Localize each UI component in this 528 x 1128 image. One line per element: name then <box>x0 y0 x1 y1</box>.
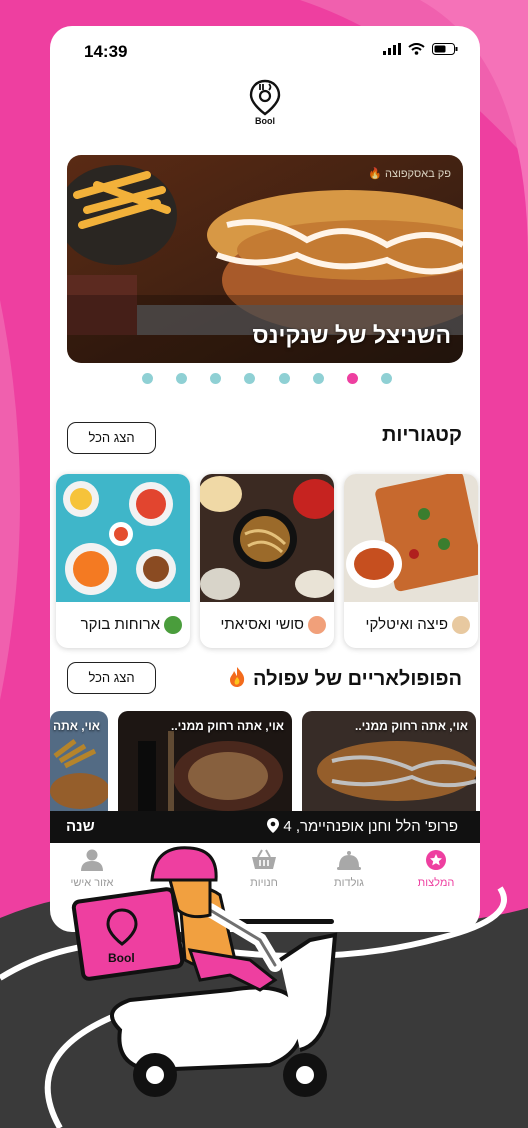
logo-pin-icon <box>249 79 281 116</box>
phone-screen: 14:39 Bool פק באסקפוצה 🔥 השניצל של שנקינ… <box>50 26 480 932</box>
status-bar: 14:39 <box>50 26 480 78</box>
popular-card[interactable]: אוי, אתה רחוק ממני.. <box>118 711 292 811</box>
popular-card-label: אוי, אתה רחוק ממני.. <box>171 719 284 733</box>
delivery-rider-illustration: Bool <box>71 846 338 1097</box>
category-card-breakfast[interactable]: ארוחות בוקר <box>56 474 190 648</box>
category-card-pizza[interactable]: פיצה ואיטלקי <box>344 474 478 648</box>
category-label: ארוחות בוקר <box>80 615 160 633</box>
star-badge-icon <box>426 850 446 870</box>
location-pin-icon <box>267 818 280 833</box>
tab-label: המלצות <box>417 877 455 889</box>
carousel-dot-active[interactable] <box>346 373 358 384</box>
battery-icon <box>432 43 458 55</box>
carousel-dot[interactable] <box>244 373 256 384</box>
status-time: 14:39 <box>84 42 128 61</box>
address-text: פרופ' הלל וחנן אופנהיימר, 4 <box>283 818 458 835</box>
popular-title: הפופולאריים של עפולה <box>227 666 462 691</box>
sushi-icon <box>308 616 326 634</box>
hero-title: השניצל של שנקינס <box>252 322 451 348</box>
address-bar[interactable]: שנה פרופ' הלל וחנן אופנהיימר, 4 <box>50 811 480 843</box>
carousel-dot[interactable] <box>278 373 290 384</box>
category-label: פיצה ואיטלקי <box>365 615 448 633</box>
rider-box-logo: Bool <box>108 951 135 965</box>
popular-card-label: אוי, אתה <box>52 719 100 733</box>
popular-show-all-button[interactable]: הצג הכל <box>67 662 156 694</box>
carousel-dot[interactable] <box>142 373 153 384</box>
popular-card[interactable]: אוי, אתה <box>50 711 108 811</box>
chef-icon <box>452 616 470 634</box>
popular-row: אוי, אתה רחוק ממני.. אוי, אתה רחוק ממני.… <box>50 711 480 811</box>
salad-icon <box>164 616 182 634</box>
app-logo: Bool <box>246 78 284 128</box>
categories-title: קטגוריות <box>382 424 462 446</box>
carousel-dot[interactable] <box>312 373 324 384</box>
carousel-dot[interactable] <box>210 373 222 384</box>
popular-card-label: אוי, אתה רחוק ממני.. <box>355 719 468 733</box>
wifi-icon <box>408 43 425 55</box>
logo-word: Bool <box>255 116 275 126</box>
categories-row: פיצה ואיטלקי סושי ואסיאתי ארוחות בוקר <box>50 474 480 650</box>
category-card-sushi[interactable]: סושי ואסיאתי <box>200 474 334 648</box>
categories-show-all-button[interactable]: הצג הכל <box>67 422 156 454</box>
signal-icon <box>383 43 401 55</box>
breakfast-image <box>56 474 190 602</box>
hero-tag: פק באסקפוצה 🔥 <box>368 168 451 180</box>
category-label: סושי ואסיאתי <box>220 615 304 633</box>
tab-recommendations[interactable]: המלצות <box>396 849 476 889</box>
carousel-dot[interactable] <box>380 373 392 384</box>
sushi-image <box>200 474 334 602</box>
pizza-image <box>344 474 478 602</box>
carousel-dots <box>142 373 392 385</box>
fire-icon <box>230 667 245 687</box>
address-year: שנה <box>66 818 95 835</box>
carousel-dot[interactable] <box>176 373 188 384</box>
popular-card[interactable]: אוי, אתה רחוק ממני.. <box>302 711 476 811</box>
hero-banner[interactable]: פק באסקפוצה 🔥 השניצל של שנקינס <box>67 155 463 363</box>
